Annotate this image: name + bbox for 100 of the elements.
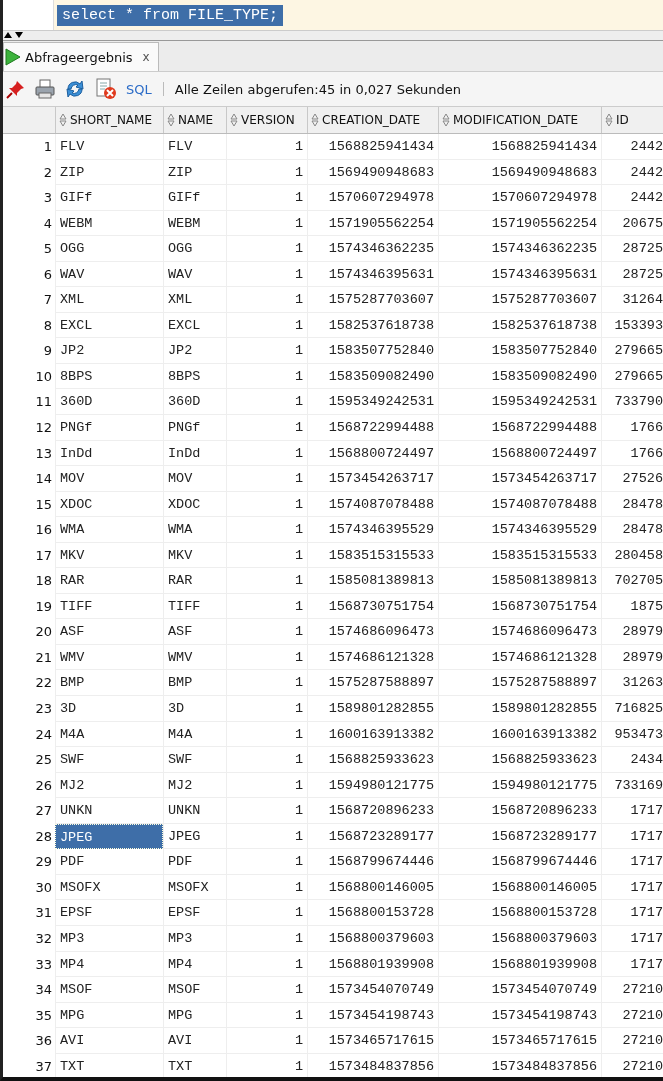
table-cell: 1717 [601, 849, 663, 875]
table-cell: 1568825933623 [307, 747, 438, 773]
table-cell: JPEG [163, 823, 226, 850]
table-cell: 31264 [601, 287, 663, 313]
row-number: 15 [34, 495, 53, 514]
sort-icon[interactable] [605, 113, 613, 127]
table-cell: SWF [55, 747, 163, 773]
table-cell: 1 [226, 1028, 307, 1054]
table-cell: 1766 [601, 415, 663, 441]
table-cell: ASF [163, 619, 226, 645]
table-cell: 1568799674446 [438, 849, 601, 875]
table-cell: 1573454070749 [307, 977, 438, 1003]
table-cell: 1573484837856 [438, 1053, 601, 1077]
table-cell: 1575287588897 [307, 670, 438, 697]
table-cell: 1574346395631 [307, 261, 438, 288]
table-cell: 1568722994488 [438, 415, 601, 441]
row-number: 21 [34, 648, 53, 667]
column-header[interactable]: SHORT_NAME [55, 107, 163, 133]
table-cell: SWF [163, 747, 226, 773]
table-cell: 1 [226, 542, 307, 569]
table-cell: XDOC [163, 491, 226, 518]
sort-icon[interactable] [442, 113, 450, 127]
row-number: 29 [34, 853, 53, 872]
printer-icon[interactable] [35, 79, 55, 99]
row-number: 8 [42, 316, 53, 335]
table-cell: MKV [55, 542, 163, 569]
table-cell: M4A [55, 721, 163, 748]
row-number: 20 [34, 623, 53, 642]
table-cell: InDd [163, 440, 226, 467]
table-cell: 2442 [601, 159, 663, 186]
table-cell: JPEG [55, 823, 163, 850]
column-header[interactable]: NAME [163, 107, 226, 133]
table-cell: 28725 [601, 236, 663, 262]
table-cell: 1 [226, 338, 307, 364]
pin-icon[interactable] [6, 79, 26, 99]
table-cell: InDd [55, 440, 163, 467]
table-cell: 1 [226, 696, 307, 722]
table-cell: 1717 [601, 798, 663, 824]
table-cell: 1717 [601, 874, 663, 901]
table-cell: 1569490948683 [438, 159, 601, 186]
play-icon [5, 48, 21, 66]
row-number: 34 [34, 981, 53, 1000]
table-cell: 1568730751754 [307, 593, 438, 620]
table-cell: MKV [163, 542, 226, 569]
table-cell: FLV [55, 134, 163, 160]
column-header[interactable]: CREATION_DATE [307, 107, 438, 133]
column-header[interactable]: VERSION [226, 107, 307, 133]
column-header[interactable]: ID [601, 107, 663, 133]
table-cell: 1583507752840 [307, 338, 438, 364]
table-cell: UNKN [163, 798, 226, 824]
table-cell: 20675 [601, 210, 663, 237]
table-cell: 1568800724497 [438, 440, 601, 467]
row-number: 30 [34, 878, 53, 897]
table-cell: 1574087078488 [307, 491, 438, 518]
table-cell: 1570607294978 [438, 185, 601, 211]
table-cell: XML [163, 287, 226, 313]
table-cell: MP3 [55, 925, 163, 952]
table-cell: 1568801939908 [438, 951, 601, 978]
table-cell: 1568825941434 [307, 134, 438, 160]
table-cell: 27526 [601, 466, 663, 492]
column-header[interactable]: MODIFICATION_DATE [438, 107, 601, 133]
close-tab-button[interactable]: x [142, 50, 150, 64]
table-cell: 1594980121775 [438, 772, 601, 799]
table-cell: 1 [226, 593, 307, 620]
row-number: 11 [34, 393, 53, 412]
table-cell: 1585081389813 [438, 568, 601, 594]
row-number: 4 [42, 214, 53, 233]
table-cell: TXT [163, 1053, 226, 1077]
table-cell: 1717 [601, 925, 663, 952]
table-cell: 1 [226, 644, 307, 671]
table-cell: 280458 [601, 542, 663, 569]
table-cell: AVI [163, 1028, 226, 1054]
sort-icon[interactable] [311, 113, 319, 127]
row-number: 35 [34, 1006, 53, 1025]
table-cell: WAV [55, 261, 163, 288]
sort-icon[interactable] [59, 113, 67, 127]
table-cell: 28979 [601, 619, 663, 645]
table-cell: 1 [226, 389, 307, 415]
table-cell: 1582537618738 [307, 312, 438, 339]
sort-icon[interactable] [167, 113, 175, 127]
table-cell: 702705 [601, 568, 663, 594]
sql-link[interactable]: SQL [126, 81, 152, 97]
table-cell: 27210 [601, 977, 663, 1003]
table-cell: 1568799674446 [307, 849, 438, 875]
table-cell: PNGf [163, 415, 226, 441]
result-tab[interactable]: Abfrageergebnis x [3, 42, 159, 71]
table-cell: BMP [55, 670, 163, 697]
table-cell: ZIP [163, 159, 226, 186]
refresh-icon[interactable] [64, 78, 86, 100]
table-cell: 1569490948683 [307, 159, 438, 186]
table-cell: 1 [226, 568, 307, 594]
table-cell: 1573465717615 [438, 1028, 601, 1054]
table-cell: WEBM [163, 210, 226, 237]
table-cell: 8BPS [55, 363, 163, 390]
row-number: 28 [34, 827, 53, 846]
sort-icon[interactable] [230, 113, 238, 127]
table-cell: WAV [163, 261, 226, 288]
table-cell: 1 [226, 312, 307, 339]
table-cell: 1568800153728 [438, 900, 601, 926]
delete-document-icon[interactable] [95, 78, 117, 100]
